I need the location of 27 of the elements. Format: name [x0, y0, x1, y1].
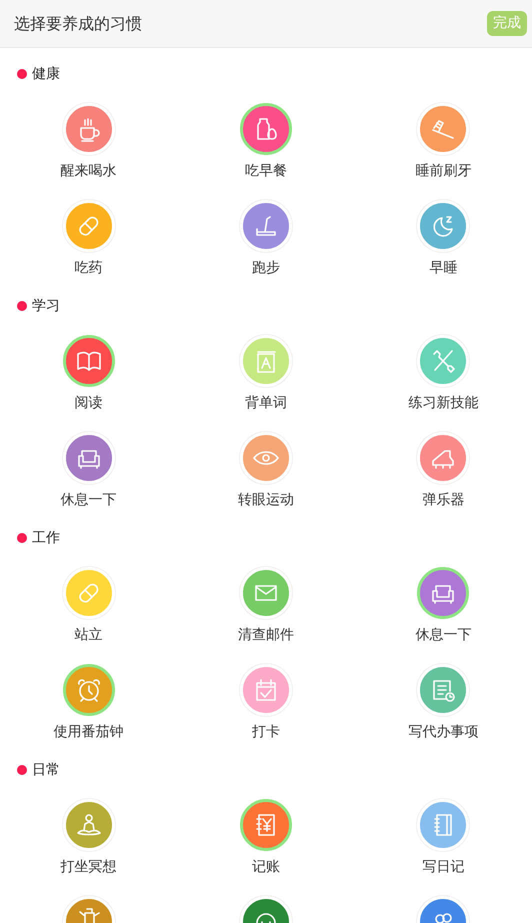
page-title: 选择要养成的习惯 — [14, 12, 142, 34]
section-title: 学习 — [32, 296, 60, 316]
habit-label: 醒来喝水 — [60, 162, 117, 181]
habit-label: 睡前刷牙 — [415, 162, 472, 181]
habit-label: 打卡 — [252, 723, 280, 742]
section-title: 工作 — [32, 528, 60, 548]
done-button[interactable]: 完成 — [487, 11, 527, 36]
habit-label: 打坐冥想 — [60, 858, 117, 877]
habit-label: 写代办事项 — [408, 723, 478, 742]
habit-label: 使用番茄钟 — [54, 723, 124, 742]
habit-label: 休息一下 — [60, 491, 117, 510]
habit-label: 早睡 — [429, 259, 458, 278]
habit-label: 弹乐器 — [422, 491, 464, 510]
habit-label: 站立 — [74, 626, 103, 645]
habit-label: 背单词 — [244, 394, 287, 413]
habit-label: 吃早餐 — [244, 162, 287, 181]
section-title: 日常 — [32, 760, 60, 780]
habit-label: 跑步 — [252, 259, 280, 278]
habit-label: 休息一下 — [415, 626, 472, 645]
habit-label: 清查邮件 — [238, 626, 294, 645]
habit-label: 记账 — [252, 858, 280, 877]
habit-label: 写日记 — [422, 858, 464, 877]
habit-label: 阅读 — [74, 394, 103, 413]
habit-label: 转眼运动 — [238, 491, 294, 510]
habit-label: 练习新技能 — [408, 394, 478, 413]
section-title: 健康 — [32, 64, 60, 84]
habit-label: 吃药 — [74, 259, 103, 278]
